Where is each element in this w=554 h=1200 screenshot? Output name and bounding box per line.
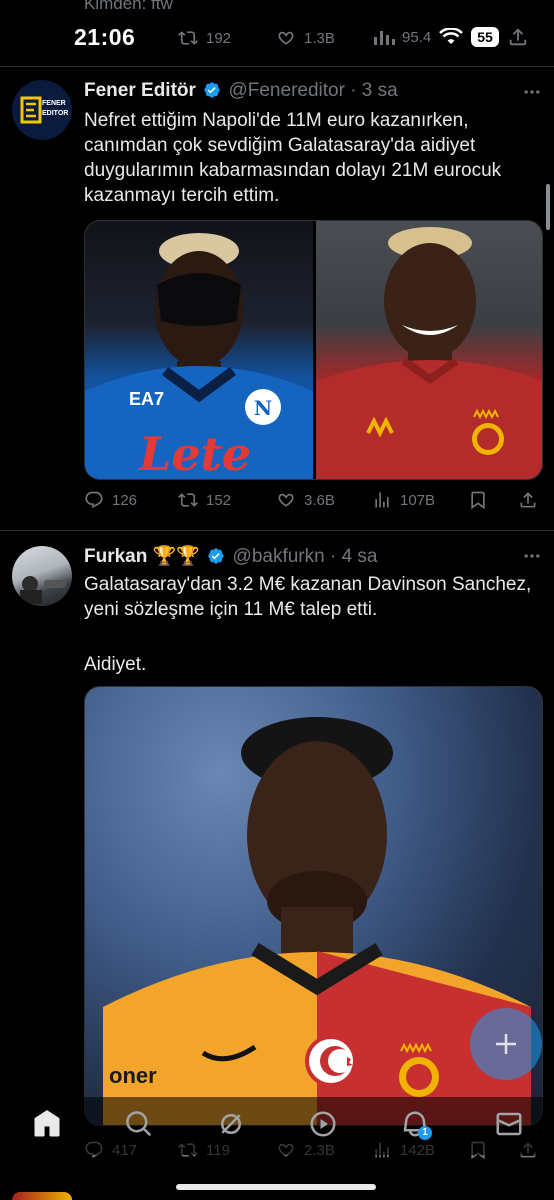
more-options-icon[interactable] (522, 82, 542, 102)
shirt-brand-text: EA7 (129, 389, 165, 409)
scrollbar[interactable] (546, 184, 550, 230)
retweet-count: 152 (206, 491, 232, 509)
nav-grok[interactable] (216, 1109, 246, 1139)
mail-icon (496, 1112, 522, 1136)
tweet-header: Fener Editör @Fenereditor · 3 sa (84, 80, 398, 102)
views-icon (374, 31, 395, 45)
tweet-text: Galatasaray'dan 3.2 M€ kazanan Davinson … (84, 574, 532, 620)
player-galatasaray-illustration (316, 227, 542, 479)
nav-search[interactable] (124, 1109, 154, 1139)
nav-home[interactable] (32, 1109, 62, 1139)
nav-messages[interactable] (494, 1109, 524, 1139)
tweet-header: Furkan 🏆🏆 @bakfurkn · 4 sa (84, 544, 378, 568)
home-indicator[interactable] (176, 1184, 376, 1190)
previous-like-button[interactable]: 1.3B (276, 28, 335, 48)
handle[interactable]: @bakfurkn (233, 546, 325, 567)
views-count: 107B (400, 491, 436, 509)
nav-notifications[interactable]: 1 (400, 1109, 432, 1140)
tweet-actions: 126 152 3.6B 107B (84, 490, 544, 514)
bookmark-button[interactable] (468, 490, 488, 510)
more-options-icon[interactable] (522, 546, 542, 566)
battery-indicator: 55 (471, 27, 499, 47)
verified-icon (204, 82, 220, 98)
previous-views-count: 95.4 (402, 28, 432, 46)
like-count: 3.6B (304, 491, 335, 509)
previous-like-count: 1.3B (304, 29, 335, 47)
media-photo-napoli[interactable]: N EA7 Lete (85, 221, 313, 479)
timestamp[interactable]: · 4 sa (330, 546, 378, 567)
wifi-icon (439, 28, 464, 44)
heart-icon (278, 31, 294, 45)
previous-tweet-partial: Kimden: ftw 192 1.3B 21:06 95.4 55 (0, 0, 554, 64)
reply-button[interactable]: 126 (84, 490, 137, 510)
display-name[interactable]: Furkan (84, 546, 147, 567)
share-icon (520, 492, 536, 508)
views-icon (375, 492, 389, 508)
notification-badge: 1 (418, 1126, 432, 1140)
previous-retweet-button[interactable]: 192 (178, 28, 231, 48)
heart-icon (278, 493, 294, 507)
previous-tweet-text: Kimden: ftw (84, 0, 173, 13)
shirt-sponsor-text: oner (109, 1063, 157, 1088)
avatar-logo-text-bottom: EDITOR (42, 110, 69, 117)
retweet-icon (178, 493, 198, 507)
media-photo-galatasaray[interactable] (316, 221, 542, 479)
shirt-sponsor-text: Lete (139, 427, 252, 480)
avatar[interactable]: FENER EDITOR (12, 80, 72, 140)
reply-icon (85, 491, 103, 509)
retweet-button[interactable]: 152 (178, 490, 231, 510)
spaces-icon (310, 1111, 336, 1137)
compose-button[interactable] (470, 1008, 542, 1080)
bottom-nav: 1 (0, 1097, 554, 1155)
nav-spaces[interactable] (308, 1109, 338, 1139)
next-tweet-avatar-peek (12, 1192, 72, 1200)
display-name[interactable]: Fener Editör (84, 80, 196, 101)
tweet-text-line2: Aidiyet. (84, 654, 147, 675)
timestamp[interactable]: · 3 sa (350, 80, 398, 101)
retweet-icon (178, 31, 198, 45)
views-button[interactable]: 107B (372, 490, 435, 510)
grok-icon (221, 1114, 241, 1134)
tweet-fener-editor[interactable]: FENER EDITOR Fener Editör @Fenereditor ·… (0, 66, 554, 530)
system-status-icons: 95.4 55 (372, 26, 529, 48)
plus-icon (496, 1034, 516, 1054)
tweet-media[interactable]: N EA7 Lete (84, 220, 543, 480)
avatar-logo-text-top: FENER (42, 100, 66, 107)
bookmark-icon (471, 491, 485, 510)
share-icon[interactable] (507, 26, 529, 48)
avatar[interactable] (12, 546, 72, 606)
home-icon (34, 1110, 60, 1137)
search-icon (126, 1111, 152, 1137)
svg-text:N: N (254, 396, 272, 420)
avatar-car-photo (20, 576, 66, 604)
tweet-text: Nefret ettiğim Napoli'de 11M euro kazanı… (84, 110, 502, 206)
name-trophies: 🏆🏆 (152, 546, 200, 567)
verified-icon (208, 548, 224, 564)
previous-retweet-count: 192 (206, 29, 232, 47)
status-time: 21:06 (74, 24, 136, 50)
handle[interactable]: @Fenereditor (228, 80, 344, 101)
share-button[interactable] (518, 490, 538, 510)
like-button[interactable]: 3.6B (276, 490, 335, 510)
reply-count: 126 (112, 491, 138, 509)
